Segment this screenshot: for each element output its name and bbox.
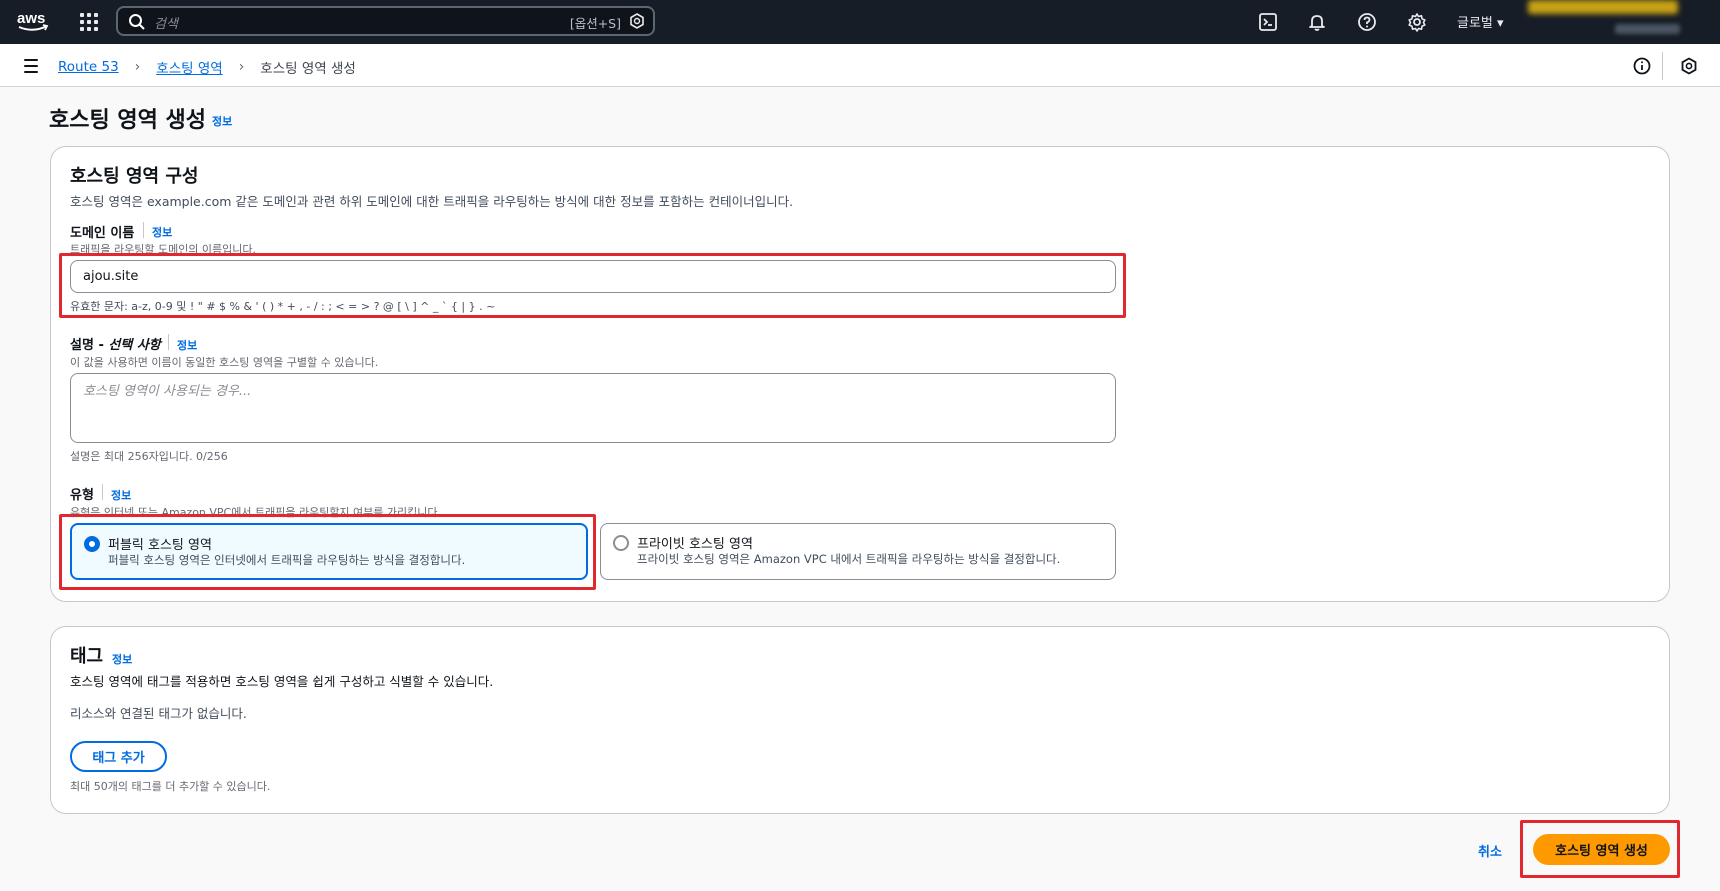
- highlight-public-option: [59, 514, 596, 590]
- menu-icon[interactable]: [24, 59, 38, 77]
- region-selector[interactable]: 글로벌 ▾: [1457, 12, 1504, 31]
- search-input[interactable]: 검색 [옵션+S]: [116, 6, 655, 36]
- domain-name-label: 도메인 이름: [70, 226, 135, 241]
- config-heading: 호스팅 영역 구성: [70, 166, 199, 187]
- aws-logo[interactable]: aws: [16, 8, 50, 34]
- bell-icon[interactable]: [1307, 12, 1327, 32]
- description-constraint: 설명은 최대 256자입니다. 0/256: [70, 450, 228, 463]
- search-shortcut: [옵션+S]: [569, 16, 621, 31]
- domain-name-info-link[interactable]: 정보: [152, 224, 172, 240]
- breadcrumb-bar: Route 53 › 호스팅 영역 › 호스팅 영역 생성: [0, 44, 1720, 87]
- tags-limit: 최대 50개의 태그를 더 추가할 수 있습니다.: [70, 780, 271, 793]
- page-title-info-link[interactable]: 정보: [212, 113, 232, 129]
- highlight-create-button: [1520, 820, 1680, 878]
- tags-heading: 태그: [70, 646, 104, 667]
- description-info-link[interactable]: 정보: [177, 337, 197, 353]
- divider: [1662, 52, 1663, 80]
- chevron-right-icon: ›: [134, 59, 141, 75]
- type-info-link[interactable]: 정보: [111, 487, 131, 503]
- description-label: 설명 - 선택 사항: [70, 338, 161, 353]
- highlight-domain-box: [59, 253, 1126, 318]
- tags-panel: [50, 626, 1670, 814]
- type-label: 유형: [70, 488, 94, 503]
- tags-empty-message: 리소스와 연결된 태그가 없습니다.: [70, 706, 247, 721]
- private-option-description: 프라이빗 호스팅 영역은 Amazon VPC 내에서 트래픽을 라우팅하는 방…: [637, 552, 1061, 566]
- svg-text:aws: aws: [17, 10, 45, 27]
- tags-info-link[interactable]: 정보: [112, 651, 132, 667]
- private-hosted-zone-option[interactable]: 프라이빗 호스팅 영역 프라이빗 호스팅 영역은 Amazon VPC 내에서 …: [600, 523, 1116, 580]
- private-option-title: 프라이빗 호스팅 영역: [637, 537, 753, 552]
- top-navigation: aws 검색 [옵션+S] 글로벌 ▾: [0, 0, 1720, 44]
- services-grid-icon[interactable]: [80, 13, 98, 31]
- breadcrumb-hosted-zones[interactable]: 호스팅 영역: [156, 57, 222, 77]
- config-description: 호스팅 영역은 example.com 같은 도메인과 관련 하위 도메인에 대…: [70, 194, 794, 209]
- account-id: [1615, 24, 1680, 34]
- description-textarea[interactable]: 호스팅 영역이 사용되는 경우...: [70, 373, 1116, 443]
- description-hint: 이 값을 사용하면 이름이 동일한 호스팅 영역을 구별할 수 있습니다.: [70, 356, 379, 369]
- breadcrumb: Route 53 › 호스팅 영역 › 호스팅 영역 생성: [58, 57, 356, 77]
- amazon-q-icon[interactable]: [1679, 56, 1699, 76]
- help-icon[interactable]: [1357, 12, 1377, 32]
- search-icon: [129, 14, 145, 30]
- divider: [168, 334, 169, 350]
- search-placeholder: 검색: [154, 17, 178, 32]
- divider: [102, 484, 103, 500]
- cancel-button[interactable]: 취소: [1478, 841, 1502, 860]
- page-title: 호스팅 영역 생성: [49, 108, 206, 133]
- breadcrumb-route53[interactable]: Route 53: [58, 59, 119, 75]
- add-tag-button[interactable]: 태그 추가: [70, 741, 167, 772]
- divider: [143, 222, 144, 238]
- account-menu[interactable]: [1528, 0, 1678, 14]
- cloudshell-icon[interactable]: [1258, 12, 1278, 32]
- tags-description: 호스팅 영역에 태그를 적용하면 호스팅 영역을 쉽게 구성하고 식별할 수 있…: [70, 674, 494, 689]
- radio-unselected[interactable]: [613, 535, 629, 551]
- settings-icon[interactable]: [1407, 12, 1427, 32]
- amazon-q-icon[interactable]: [629, 13, 645, 29]
- chevron-right-icon: ›: [238, 59, 245, 75]
- info-icon[interactable]: [1632, 56, 1652, 76]
- breadcrumb-current: 호스팅 영역 생성: [260, 61, 356, 77]
